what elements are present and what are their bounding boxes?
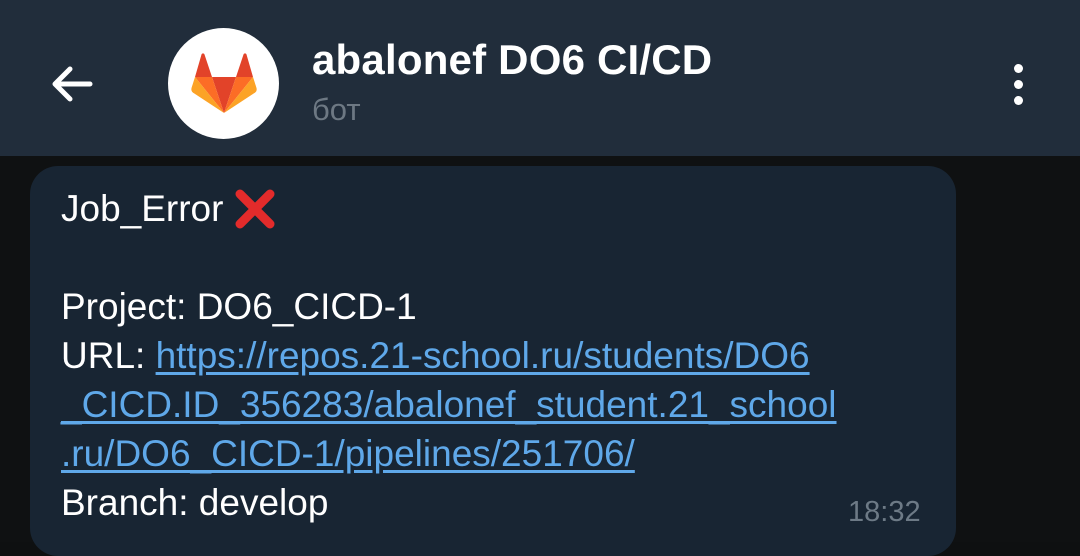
pipeline-link-part3[interactable]: .ru/DO6_CICD-1/pipelines/251706/ [61, 433, 635, 474]
chat-title[interactable]: abalonef DO6 CI/CD [312, 36, 712, 84]
more-menu-button[interactable] [996, 56, 1040, 112]
more-vertical-icon-dot [1013, 79, 1023, 89]
message-title: Job_Error [61, 188, 224, 229]
message-title-line: Job_Error [61, 184, 926, 233]
url-line-2: _CICD.ID_356283/abalonef_student.21_scho… [61, 380, 926, 429]
more-vertical-icon-dot [1013, 95, 1023, 105]
avatar[interactable] [168, 28, 279, 139]
back-button[interactable] [44, 56, 100, 112]
chat-subtitle: бот [312, 92, 361, 127]
pipeline-link-part1[interactable]: https://repos.21-school.ru/students/DO6 [156, 335, 810, 376]
chat-header: abalonef DO6 CI/CD бот [0, 0, 1080, 156]
project-line: Project: DO6_CICD-1 [61, 286, 417, 327]
red-cross-icon [235, 189, 275, 228]
pipeline-link-part2[interactable]: _CICD.ID_356283/abalonef_student.21_scho… [61, 384, 837, 425]
message-bubble[interactable]: Job_Error Project: DO6_CICD-1 URL: https… [30, 166, 956, 556]
url-label: URL: [61, 335, 156, 376]
url-line: URL: https://repos.21-school.ru/students… [61, 331, 926, 380]
empty-line [61, 233, 926, 282]
message-time: 18:32 [848, 496, 921, 528]
more-vertical-icon [1013, 63, 1023, 73]
url-line-3: .ru/DO6_CICD-1/pipelines/251706/ [61, 429, 926, 478]
branch-line: Branch: develop [61, 482, 329, 523]
arrow-left-icon [52, 66, 93, 102]
gitlab-logo-icon [190, 52, 257, 113]
